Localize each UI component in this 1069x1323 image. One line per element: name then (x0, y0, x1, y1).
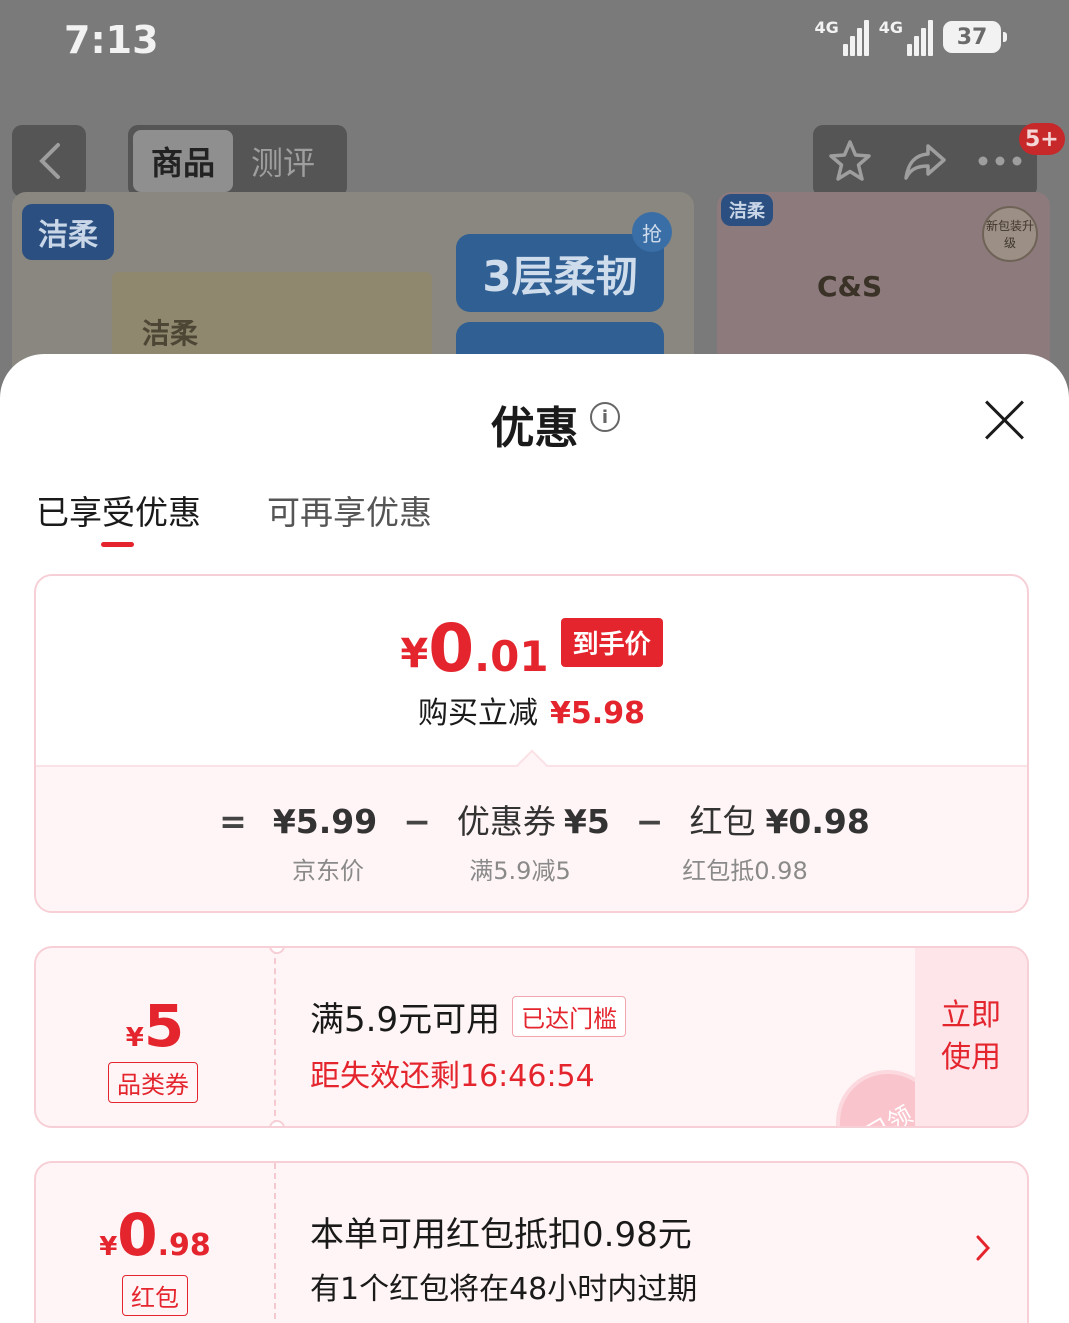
star-icon[interactable] (827, 138, 873, 184)
coupon-condition: 满5.9元可用 已达门槛 (310, 992, 627, 1041)
coupon-notch-bottom (269, 1120, 285, 1126)
final-price-dec: .01 (474, 632, 549, 681)
packet-value: ¥0.98 (765, 802, 870, 841)
discount-tabs: 已享受优惠 可再享优惠 (36, 486, 432, 534)
coupon-condition-text: 满5.9元可用 (310, 1000, 501, 1040)
product-top-nav: 商品 测评 5+ (0, 123, 1069, 197)
tab-product[interactable]: 商品 (133, 130, 233, 192)
threshold-reached-badge: 已达门槛 (512, 996, 627, 1037)
packet-amount: ¥0.98 (36, 1201, 274, 1269)
message-badge: 5+ (1019, 123, 1065, 155)
packet-amount-section: ¥0.98 红包 (36, 1163, 276, 1323)
packet-currency: ¥ (99, 1232, 118, 1262)
grab-badge: 抢 (632, 212, 672, 252)
final-price: ¥ 0 .01 到手价 (36, 616, 1027, 682)
packet-type-badge: 红包 (122, 1275, 188, 1316)
packet-label: 红包 (689, 802, 756, 841)
reduce-line: 购买立减 ¥5.98 (36, 688, 1027, 732)
signal-icon: 4G (814, 18, 869, 56)
packet-note: 红包抵0.98 (682, 857, 808, 885)
minus-sign-2: − (635, 802, 664, 841)
product-tab-switch: 商品 测评 (128, 125, 347, 197)
red-packet-card[interactable]: ¥0.98 红包 本单可用红包抵扣0.98元 有1个红包将在48小时内过期 (34, 1161, 1029, 1323)
slogan-pill: 3层柔韧 (456, 234, 664, 312)
minus-sign: − (403, 802, 431, 841)
chevron-left-icon (39, 143, 60, 179)
price-formula: = ¥5.99 − 优惠券 ¥5 − 红包 ¥0.98 (36, 795, 1027, 843)
info-icon[interactable]: i (590, 402, 620, 432)
network-type-label-2: 4G (878, 18, 903, 37)
final-price-section: ¥ 0 .01 到手价 购买立减 ¥5.98 (36, 576, 1027, 765)
signal-icon-2: 4G (879, 18, 933, 56)
equals-sign: = (219, 802, 247, 841)
nav-actions (813, 125, 1037, 197)
status-bar: 7:13 4G 4G 37 (0, 0, 1069, 90)
tab-more-discounts[interactable]: 可再享优惠 (267, 486, 432, 534)
coupon-amount-section: ¥5 品类券 (36, 948, 276, 1126)
active-tab-indicator (101, 542, 134, 547)
coupon-details: 满5.9元可用 已达门槛 距失效还剩16:46:54 (310, 992, 627, 1095)
status-indicators: 4G 4G 37 (814, 18, 1007, 56)
currency-symbol: ¥ (400, 631, 429, 677)
close-button[interactable] (980, 394, 1030, 444)
coupon-currency: ¥ (125, 1023, 144, 1053)
coupon-amount-value: 5 (143, 992, 185, 1060)
back-button[interactable] (12, 125, 86, 197)
brand-logo-small: 洁柔 (721, 194, 773, 226)
coupon-amount: ¥5 (36, 992, 274, 1060)
box-brand: 洁柔 (142, 317, 199, 350)
more-icon[interactable] (977, 155, 1023, 167)
jd-price: ¥5.99 (272, 802, 378, 841)
packet-subtitle: 有1个红包将在48小时内过期 (310, 1272, 698, 1307)
final-price-tag: 到手价 (560, 617, 663, 667)
share-icon[interactable] (902, 138, 948, 184)
tab-enjoyed[interactable]: 已享受优惠 (36, 486, 201, 534)
use-now-button[interactable]: 立即使用 (915, 948, 1027, 1126)
status-time: 7:13 (64, 18, 159, 62)
packet-title: 本单可用红包抵扣0.98元 (310, 1215, 692, 1255)
upgrade-seal: 新包装升级 (982, 206, 1038, 262)
brand-logo: 洁柔 (22, 204, 114, 260)
price-summary-card: ¥ 0 .01 到手价 购买立减 ¥5.98 = ¥5.99 − 优惠券 ¥5 −… (34, 574, 1029, 913)
product-page-background: 7:13 4G 4G 37 商品 测评 5+ 洁柔 洁柔 3层柔韧 抢 洁柔 C… (0, 0, 1069, 400)
tab-review[interactable]: 测评 (233, 130, 333, 192)
coupon-value: ¥5 (563, 802, 610, 841)
final-price-int: 0 (428, 610, 475, 687)
price-breakdown: = ¥5.99 − 优惠券 ¥5 − 红包 ¥0.98 京东价 满5.9减5 红… (36, 765, 1027, 911)
chevron-right-icon[interactable] (973, 1233, 993, 1263)
coupon-card[interactable]: ¥5 品类券 满5.9元可用 已达门槛 距失效还剩16:46:54 已领 立即使… (34, 946, 1029, 1128)
jd-price-label: 京东价 (292, 857, 364, 885)
coupon-type-badge: 品类券 (108, 1062, 198, 1103)
network-type-label: 4G (814, 18, 839, 37)
sheet-title: 优惠 (490, 403, 579, 454)
reduce-label: 购买立减 (418, 696, 539, 731)
cs-logo: C&S (817, 270, 883, 303)
packet-amount-dec: .98 (157, 1228, 211, 1263)
packet-details: 本单可用红包抵扣0.98元 有1个红包将在48小时内过期 (310, 1207, 697, 1308)
reduce-value: ¥5.98 (550, 696, 645, 731)
coupon-label: 优惠券 (456, 802, 556, 841)
battery-level: 37 (956, 24, 988, 50)
coupon-countdown: 距失效还剩16:46:54 (310, 1059, 595, 1094)
discount-sheet: 优惠 i 已享受优惠 可再享优惠 ¥ 0 .01 到手价 购买立减 ¥5.98 =… (0, 354, 1069, 1323)
battery-icon: 37 (943, 21, 1007, 53)
price-breakdown-notes: 京东价 满5.9减5 红包抵0.98 (36, 851, 1027, 891)
coupon-note: 满5.9减5 (469, 857, 571, 885)
packet-amount-int: 0 (117, 1201, 158, 1269)
